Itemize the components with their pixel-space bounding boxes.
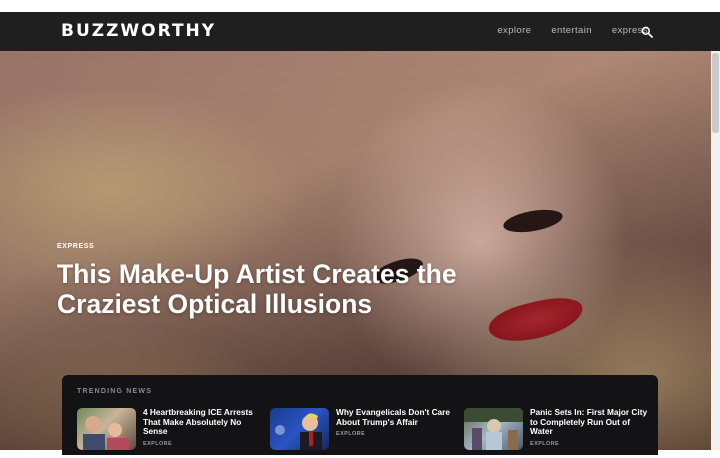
site-header: BUZZWORTHY explore entertain express (0, 12, 720, 51)
trending-item-tag[interactable]: EXPLORE (530, 441, 559, 447)
nav-explore[interactable]: explore (497, 25, 531, 36)
trending-title: TRENDING NEWS (77, 388, 153, 395)
trending-item-tag[interactable]: EXPLORE (143, 441, 172, 447)
trending-thumbnail-3[interactable] (464, 408, 523, 450)
search-icon[interactable] (641, 26, 653, 38)
hero-category[interactable]: EXPRESS (57, 243, 94, 250)
trending-thumbnail-2[interactable] (270, 408, 329, 450)
trending-item-title[interactable]: 4 Heartbreaking ICE Arrests That Make Ab… (143, 407, 263, 437)
top-strip (0, 0, 720, 12)
trending-thumbnail-1[interactable] (77, 408, 136, 450)
scrollbar-thumb[interactable] (712, 53, 719, 133)
trending-item-3[interactable]: Panic Sets In: First Major City to Compl… (464, 407, 654, 458)
site-logo[interactable]: BUZZWORTHY (61, 21, 216, 41)
trending-item-title[interactable]: Why Evangelicals Don't Care About Trump'… (336, 407, 456, 427)
trending-item-title[interactable]: Panic Sets In: First Major City to Compl… (530, 407, 650, 437)
main-nav: explore entertain express (497, 25, 648, 36)
trending-news-panel: TRENDING NEWS 4 Heartbreaking ICE Arrest… (62, 375, 658, 455)
trending-item-tag[interactable]: EXPLORE (336, 431, 365, 437)
trending-item-1[interactable]: 4 Heartbreaking ICE Arrests That Make Ab… (77, 407, 267, 458)
trending-item-2[interactable]: Why Evangelicals Don't Care About Trump'… (270, 407, 460, 458)
hero-headline[interactable]: This Make-Up Artist Creates the Craziest… (57, 259, 507, 319)
nav-entertain[interactable]: entertain (551, 25, 592, 36)
